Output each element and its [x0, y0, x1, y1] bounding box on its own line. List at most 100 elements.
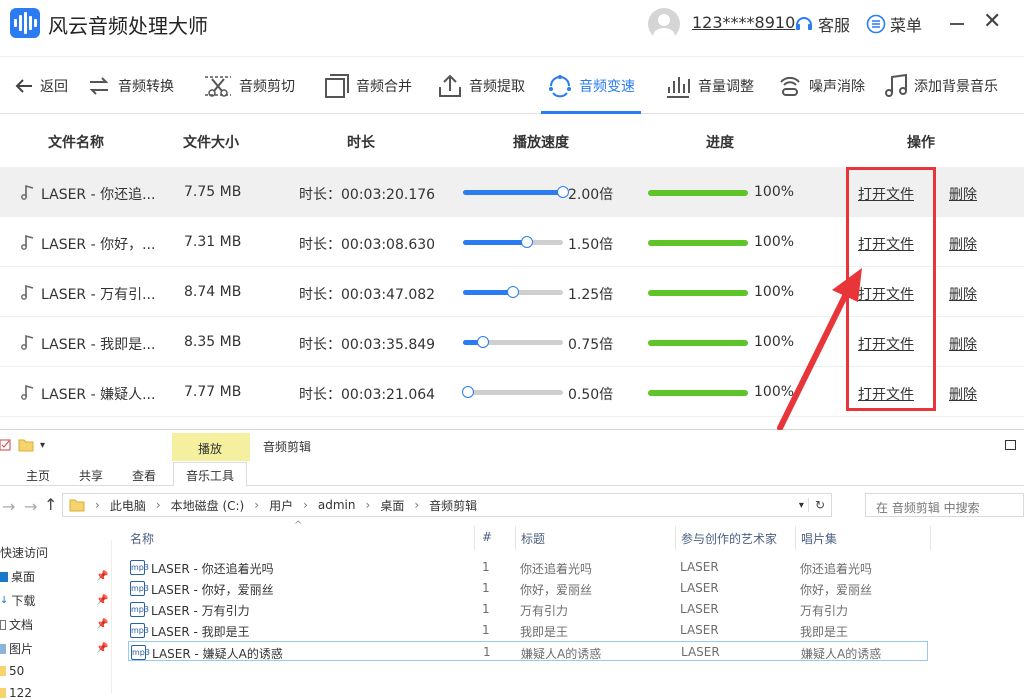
tool-volume-label: 音量调整: [698, 78, 754, 95]
col-track-number[interactable]: #: [482, 530, 492, 544]
file-list-artist: LASER: [680, 560, 719, 574]
file-list-album: 嫌疑人A的诱惑: [801, 647, 882, 661]
file-list-header: 名称 ^ # 标题 参与创作的艺术家 唱片集: [112, 520, 1024, 554]
progress-bar: [648, 390, 748, 396]
tool-denoise-label: 噪声消除: [809, 78, 865, 95]
col-album[interactable]: 唱片集: [801, 530, 837, 547]
nav-documents[interactable]: 文档 📌: [0, 616, 112, 633]
file-list-album: 你还追着光吗: [800, 562, 873, 576]
nav-folder-122-label: 122: [9, 686, 32, 700]
nav-pictures[interactable]: 图片 📌: [0, 640, 112, 657]
file-list-title: 我即是王: [520, 625, 569, 639]
file-list-item[interactable]: mp3 LASER - 嫌疑人A的诱惑 1 嫌疑人A的诱惑 LASER 嫌疑人A的诱惑: [128, 641, 928, 661]
tab-music-tools[interactable]: 音乐工具: [173, 462, 248, 487]
file-list-artist: LASER: [680, 623, 719, 637]
file-list-artist: LASER: [680, 581, 719, 595]
tool-merge[interactable]: 音频合并: [324, 57, 412, 114]
file-list-name: LASER - 你还追着光吗: [151, 562, 274, 576]
col-title[interactable]: 标题: [521, 530, 545, 547]
breadcrumb-users[interactable]: 用户: [269, 497, 293, 514]
file-size: 8.74 MB: [184, 284, 242, 300]
up-icon[interactable]: ↑: [44, 495, 57, 514]
speed-slider[interactable]: [463, 286, 563, 298]
breadcrumb-admin[interactable]: admin: [318, 498, 356, 512]
progress-bar: [648, 340, 748, 346]
speed-slider-knob[interactable]: [477, 336, 489, 348]
address-dropdown-icon[interactable]: ▾: [799, 500, 804, 511]
audio-app-window: 风云音频处理大师 123****8910 客服 菜单 ✕ 返回 音频转换 音频剪…: [0, 0, 1024, 430]
file-name: LASER - 你还追...: [41, 187, 156, 203]
speed-slider-knob[interactable]: [462, 386, 474, 398]
app-title: 风云音频处理大师: [48, 14, 208, 38]
back-button[interactable]: 返回: [14, 57, 68, 114]
speed-slider[interactable]: [463, 236, 563, 248]
delete-link[interactable]: 删除: [949, 334, 977, 354]
tool-cut[interactable]: 音频剪切: [203, 57, 295, 114]
file-list-album: 万有引力: [800, 604, 849, 618]
maximize-button[interactable]: [1005, 440, 1016, 450]
quick-access-dropdown-icon[interactable]: ▾: [40, 440, 45, 451]
tool-volume[interactable]: 音量调整: [664, 57, 754, 114]
audio-file-icon: mp3: [131, 645, 150, 660]
col-name[interactable]: 名称: [130, 530, 154, 547]
breadcrumb-this-pc[interactable]: 此电脑: [110, 497, 146, 514]
pin-icon: 📌: [96, 595, 109, 606]
search-input[interactable]: 在 音频剪辑 中搜索: [865, 493, 1024, 517]
refresh-icon[interactable]: ↻: [807, 498, 825, 512]
speed-slider[interactable]: [462, 386, 563, 398]
customer-service-label: 客服: [818, 16, 851, 35]
speed-value: 2.00倍: [568, 187, 614, 203]
music-note-icon: [21, 184, 34, 200]
nav-desktop[interactable]: 桌面 📌: [0, 568, 112, 585]
file-list-item[interactable]: mp3 LASER - 我即是王 1 我即是王 LASER 我即是王: [128, 620, 928, 640]
tab-view[interactable]: 查看: [132, 467, 156, 484]
nav-quick-access[interactable]: 快速访问: [0, 544, 112, 561]
nav-folder-50[interactable]: 50: [0, 664, 112, 678]
tool-speed[interactable]: 音频变速: [541, 57, 641, 114]
speed-slider[interactable]: [463, 336, 563, 348]
music-note-icon: [21, 384, 34, 400]
menu-button[interactable]: 菜单: [866, 12, 922, 36]
tool-convert[interactable]: 音频转换: [86, 57, 174, 114]
speed-slider-fill: [463, 290, 513, 295]
customer-service-button[interactable]: 客服: [794, 12, 850, 36]
tool-speed-label: 音频变速: [579, 78, 635, 95]
delete-link[interactable]: 删除: [949, 384, 977, 404]
speed-slider-knob[interactable]: [507, 286, 519, 298]
progress-fill: [648, 290, 748, 296]
delete-link[interactable]: 删除: [949, 284, 977, 304]
speed-slider[interactable]: [463, 186, 569, 198]
forward-icon[interactable]: →: [24, 497, 37, 516]
audio-file-icon: mp3: [130, 560, 149, 575]
delete-link[interactable]: 删除: [949, 184, 977, 204]
checkbox-icon[interactable]: [0, 438, 12, 452]
breadcrumb-drive-c[interactable]: 本地磁盘 (C:): [171, 497, 245, 514]
address-bar[interactable]: › 此电脑 › 本地磁盘 (C:) › 用户 › admin › 桌面 › 音频剪辑 ▾ ↻: [62, 493, 832, 517]
nav-pictures-label: 图片: [9, 642, 34, 656]
tab-home[interactable]: 主页: [26, 467, 50, 484]
col-artist[interactable]: 参与创作的艺术家: [681, 530, 777, 547]
file-list-item[interactable]: mp3 LASER - 你好，爱丽丝 1 你好，爱丽丝 LASER 你好，爱丽丝: [128, 578, 928, 598]
tool-bg-music[interactable]: 添加背景音乐: [884, 57, 998, 114]
delete-link[interactable]: 删除: [949, 234, 977, 254]
file-list-item[interactable]: mp3 LASER - 万有引力 1 万有引力 LASER 万有引力: [128, 599, 928, 619]
tool-bg-music-label: 添加背景音乐: [914, 78, 998, 95]
speed-slider-knob[interactable]: [521, 236, 533, 248]
account-phone-link[interactable]: 123****8910: [692, 13, 795, 32]
back-icon[interactable]: →: [2, 497, 15, 516]
nav-downloads[interactable]: ↓ 下载 📌: [0, 592, 112, 609]
avatar[interactable]: [648, 8, 680, 40]
denoise-icon: [780, 76, 800, 96]
audio-file-icon: mp3: [130, 581, 149, 596]
breadcrumb-desktop[interactable]: 桌面: [380, 497, 404, 514]
tool-denoise[interactable]: 噪声消除: [777, 57, 865, 114]
file-list-track: 1: [482, 560, 490, 574]
file-list-item[interactable]: mp3 LASER - 你还追着光吗 1 你还追着光吗 LASER 你还追着光吗: [128, 557, 928, 577]
breadcrumb-audio-edit[interactable]: 音频剪辑: [429, 497, 477, 514]
minimize-button[interactable]: [950, 23, 964, 25]
nav-folder-122[interactable]: 122: [0, 686, 112, 700]
close-button[interactable]: ✕: [983, 10, 1001, 34]
merge-icon: [325, 73, 349, 98]
tab-share[interactable]: 共享: [79, 467, 103, 484]
tool-extract[interactable]: 音频提取: [437, 57, 525, 114]
